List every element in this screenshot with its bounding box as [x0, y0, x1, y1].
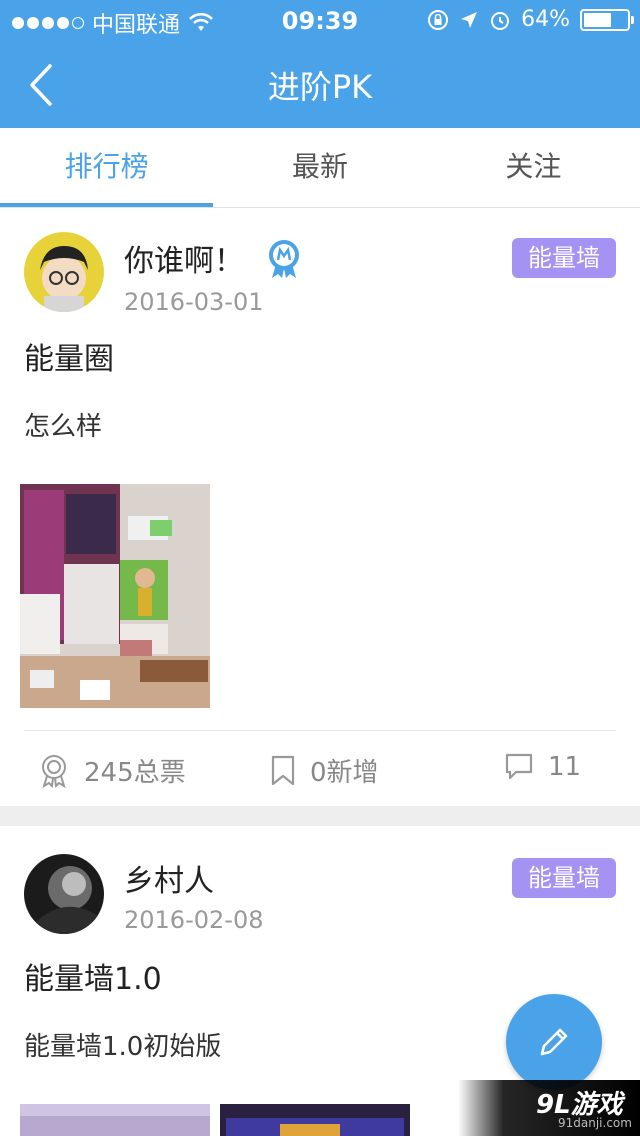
post-date: 2016-02-08 — [124, 906, 264, 934]
header: 中国联通 09:39 64% 进阶PK — [0, 0, 640, 128]
card-divider — [24, 730, 616, 731]
comment-count: 11 — [548, 752, 582, 782]
post-photo[interactable] — [220, 1104, 410, 1136]
status-right: 64% — [427, 7, 634, 32]
page-title: 进阶PK — [267, 68, 373, 106]
category-tag[interactable]: 能量墙 — [512, 858, 616, 898]
avatar-image — [24, 232, 104, 312]
post-title: 能量墙1.0 — [24, 962, 162, 997]
avatar-image — [24, 854, 104, 934]
tab-latest[interactable]: 最新 — [213, 128, 426, 207]
watermark-url: 91danji.com — [558, 1116, 632, 1130]
post-date: 2016-03-01 — [124, 288, 264, 316]
username[interactable]: 乡村人 — [124, 856, 214, 900]
bookmark-icon — [271, 755, 295, 785]
post-photo[interactable] — [20, 1104, 210, 1136]
votes-action[interactable]: 245总票 — [38, 752, 186, 789]
compose-button[interactable] — [506, 994, 602, 1090]
votes-count: 245总票 — [84, 758, 186, 788]
post-card[interactable]: 你谁啊！ 2016-03-01 能量墙 能量圈 怎么样 245总票 0新增 11 — [0, 208, 640, 806]
tab-following[interactable]: 关注 — [427, 128, 640, 207]
category-tag[interactable]: 能量墙 — [512, 238, 616, 278]
comment-action[interactable]: 11 — [504, 752, 581, 782]
app-screen: 中国联通 09:39 64% 进阶PK 排行榜 最新 关注 你谁啊！ 2016-… — [0, 0, 640, 1136]
avatar[interactable] — [24, 232, 104, 312]
watermark: 9L游戏 91danji.com — [458, 1080, 640, 1136]
bookmark-action[interactable]: 0新增 — [270, 752, 379, 789]
tab-bar: 排行榜 最新 关注 — [0, 128, 640, 208]
username[interactable]: 你谁啊！ — [124, 236, 244, 280]
pencil-icon — [540, 1028, 568, 1056]
avatar[interactable] — [24, 854, 104, 934]
post-photo[interactable] — [20, 484, 210, 708]
award-icon — [42, 754, 66, 788]
post-content: 怎么样 — [24, 412, 103, 442]
tab-leaderboard[interactable]: 排行榜 — [0, 128, 214, 207]
new-count: 0新增 — [310, 758, 379, 788]
battery-percent: 64% — [521, 7, 570, 32]
alarm-icon — [491, 11, 510, 30]
post-content: 能量墙1.0初始版 — [24, 1032, 222, 1062]
location-icon — [461, 11, 478, 28]
rotation-lock-icon — [428, 9, 449, 30]
post-title: 能量圈 — [24, 342, 114, 377]
medal-icon — [269, 240, 299, 278]
comment-icon — [505, 753, 533, 780]
status-bar: 中国联通 09:39 64% — [0, 0, 640, 40]
battery-icon — [580, 8, 634, 31]
